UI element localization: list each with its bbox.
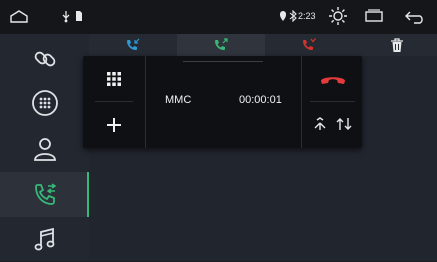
bluetooth-icon: [289, 10, 297, 22]
panel-top-line: [183, 61, 263, 62]
keypad-icon: [106, 71, 122, 87]
keypad-button[interactable]: [83, 56, 145, 102]
sidebar-item-music[interactable]: [0, 217, 89, 262]
call-log-icon: [31, 181, 59, 209]
trash-icon: [390, 37, 404, 53]
home-outline-icon[interactable]: [9, 10, 29, 24]
outgoing-calls-tab[interactable]: [177, 34, 265, 56]
call-type-tabs: [89, 34, 437, 56]
sidebar-item-contacts[interactable]: [0, 126, 89, 171]
status-bar: 2:23: [0, 0, 437, 34]
dialpad-icon: [31, 89, 59, 117]
hang-up-icon: [319, 72, 347, 86]
location-icon: [279, 10, 287, 22]
usb-icon: [61, 10, 71, 23]
add-call-button[interactable]: [83, 102, 145, 148]
delete-button[interactable]: [385, 34, 409, 56]
swap-call-button[interactable]: [332, 112, 356, 136]
recent-apps-icon[interactable]: [364, 9, 384, 23]
outgoing-call-icon: [213, 38, 229, 52]
brightness-icon[interactable]: [328, 6, 348, 26]
contacts-icon: [31, 135, 59, 163]
call-actions-right: [301, 56, 363, 148]
call-duration: 00:00:01: [239, 94, 282, 106]
sidebar-item-dialpad[interactable]: [0, 80, 89, 125]
missed-calls-tab[interactable]: [265, 34, 353, 56]
merge-call-button[interactable]: [308, 112, 332, 136]
divider: [310, 101, 355, 102]
status-time: 2:23: [298, 11, 316, 21]
active-call-panel: MMC 00:00:01: [83, 56, 362, 148]
add-call-icon: [106, 117, 122, 133]
merge-icon: [313, 117, 327, 131]
missed-call-icon: [301, 38, 317, 52]
sidebar-item-link[interactable]: [0, 36, 89, 81]
back-icon[interactable]: [404, 10, 426, 24]
call-actions-left: [83, 56, 146, 148]
incoming-calls-tab[interactable]: [89, 34, 177, 56]
link-icon: [31, 45, 59, 73]
sidebar: [0, 34, 89, 261]
caller-name: MMC: [165, 94, 192, 106]
sd-card-icon: [75, 10, 83, 22]
sidebar-item-call-log[interactable]: [0, 172, 89, 217]
swap-icon: [336, 117, 352, 131]
incoming-call-icon: [125, 38, 141, 52]
hang-up-button[interactable]: [302, 56, 363, 102]
music-icon: [31, 226, 59, 254]
